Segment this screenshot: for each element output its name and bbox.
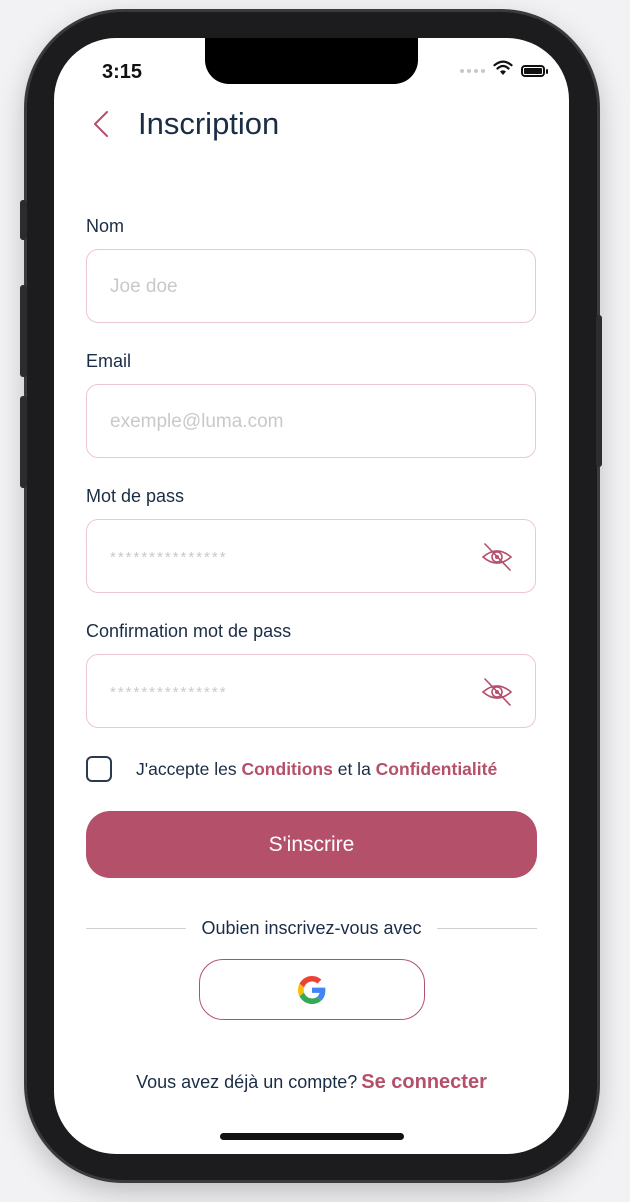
name-label: Nom [86,216,125,236]
terms-middle: et la [332,758,376,779]
divider-line-left [86,928,187,929]
terms-checkbox[interactable] [86,756,112,782]
page-header: Inscription [86,104,279,144]
power-button [596,315,602,467]
home-indicator [220,1133,404,1140]
conditions-link[interactable]: Conditions [241,759,332,779]
email-field [86,384,536,459]
login-prompt: Vous avez déjà un compte? Se connecter [54,1071,569,1094]
social-divider: Oubien inscrivez-vous avec [86,918,538,939]
page-title: Inscription [138,106,280,141]
confirm-password-label: Confirmation mot de pass [86,621,292,641]
signal-icon [460,68,485,73]
back-button[interactable] [86,104,116,144]
wifi-icon [493,60,513,81]
mute-switch [20,200,27,240]
terms-prefix: J'accepte les [136,758,242,779]
password-input[interactable] [108,520,472,594]
login-link[interactable]: Se connecter [361,1071,487,1093]
password-label: Mot de pass [86,486,185,506]
eye-off-icon[interactable] [481,676,513,708]
notch [205,38,418,84]
google-logo-icon [298,975,326,1004]
signup-button[interactable]: S'inscrire [86,811,537,878]
divider-text: Oubien inscrivez-vous avec [201,918,422,938]
chevron-left-icon [94,111,108,137]
terms-row: J'accepte les Conditions et la Confident… [86,756,497,782]
app-screen: 3:15 Inscription Nom Email Mot de pas [54,38,569,1154]
eye-off-icon[interactable] [481,541,513,573]
google-signup-button[interactable] [199,959,425,1020]
email-input[interactable] [108,385,472,459]
terms-text: J'accepte les Conditions et la Confident… [136,759,497,780]
confirm-password-field [86,654,536,729]
status-icons [460,60,548,81]
volume-down-button [20,396,27,488]
name-field [86,249,536,324]
status-time: 3:15 [102,61,143,83]
name-input[interactable] [108,250,472,324]
login-question: Vous avez déjà un compte? [136,1072,358,1092]
divider-line-right [436,928,538,929]
privacy-link[interactable]: Confidentialité [376,759,498,779]
battery-icon [521,64,548,77]
password-field [86,519,536,594]
volume-up-button [20,285,27,377]
email-label: Email [86,351,132,371]
confirm-password-input[interactable] [108,655,472,729]
